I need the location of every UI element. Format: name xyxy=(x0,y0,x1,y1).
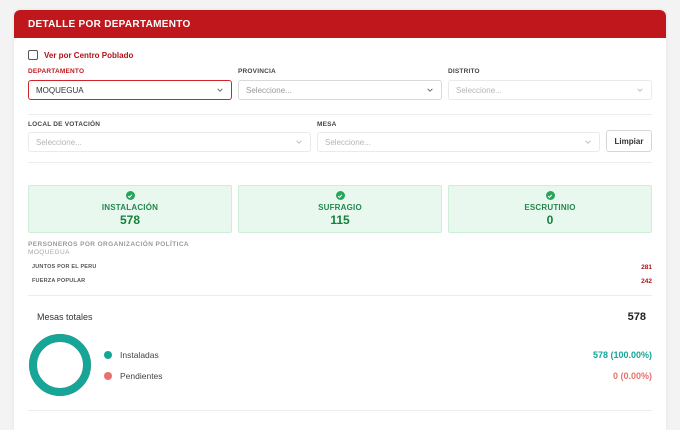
donut-segment-instaladas xyxy=(29,334,91,396)
card-sufragio: SUFRAGIO 115 xyxy=(238,185,442,233)
mesa-select[interactable]: Seleccione... xyxy=(317,132,600,152)
chevron-down-icon xyxy=(637,88,643,92)
check-icon xyxy=(125,191,135,200)
provincia-select[interactable]: Seleccione... xyxy=(238,80,442,100)
panel-header: DETALLE POR DEPARTAMENTO xyxy=(14,10,666,38)
chevron-down-icon xyxy=(585,140,591,144)
mesas-donut-chart xyxy=(29,334,91,396)
departamento-select[interactable]: MOQUEGUA xyxy=(28,80,232,100)
chevron-down-icon xyxy=(217,88,223,92)
mesa-placeholder: Seleccione... xyxy=(325,137,371,147)
divider xyxy=(28,410,652,411)
card-value: 578 xyxy=(119,213,141,227)
check-icon xyxy=(545,191,555,200)
local-label: LOCAL DE VOTACIÓN xyxy=(28,121,101,128)
divider xyxy=(28,162,652,163)
local-select[interactable]: Seleccione... xyxy=(28,132,311,152)
party-value: 281 xyxy=(641,264,652,271)
distrito-label: DISTRITO xyxy=(448,68,480,75)
provincia-placeholder: Seleccione... xyxy=(246,85,292,95)
departamento-value: MOQUEGUA xyxy=(36,85,84,95)
clear-button[interactable]: Limpiar xyxy=(606,130,652,152)
card-title: SUFRAGIO xyxy=(318,203,362,212)
legend-dot-instaladas xyxy=(104,351,112,359)
mesa-label: MESA xyxy=(317,121,337,128)
provincia-label: PROVINCIA xyxy=(238,68,276,75)
departamento-label: DEPARTAMENTO xyxy=(28,68,85,75)
centro-poblado-label: Ver por Centro Poblado xyxy=(44,50,134,60)
centro-poblado-toggle[interactable]: Ver por Centro Poblado xyxy=(28,50,133,60)
card-escrutinio: ESCRUTINIO 0 xyxy=(448,185,652,233)
local-placeholder: Seleccione... xyxy=(36,137,82,147)
legend-dot-pendientes xyxy=(104,372,112,380)
party-value: 242 xyxy=(641,278,652,285)
legend-label-pendientes: Pendientes xyxy=(120,371,163,381)
legend-value-pendientes: 0 (0.00%) xyxy=(612,371,652,381)
divider xyxy=(28,295,652,296)
mesas-label: Mesas totales xyxy=(37,312,93,322)
card-instalacion: INSTALACIÓN 578 xyxy=(28,185,232,233)
card-title: ESCRUTINIO xyxy=(524,203,576,212)
divider xyxy=(28,114,652,115)
chevron-down-icon xyxy=(427,88,433,92)
personeros-title: PERSONEROS POR ORGANIZACIÓN POLÍTICA xyxy=(28,241,190,248)
detail-panel: DETALLE POR DEPARTAMENTO Ver por Centro … xyxy=(14,10,666,430)
chevron-down-icon xyxy=(296,140,302,144)
party-name: FUERZA POPULAR xyxy=(32,278,86,284)
card-title: INSTALACIÓN xyxy=(101,203,159,212)
legend-label-instaladas: Instaladas xyxy=(120,350,159,360)
card-value: 0 xyxy=(546,213,554,227)
distrito-placeholder: Seleccione... xyxy=(456,85,502,95)
legend-value-instaladas: 578 (100.00%) xyxy=(592,350,652,360)
party-name: JUNTOS POR EL PERU xyxy=(32,264,97,270)
personeros-subtitle: MOQUEGUA xyxy=(28,249,70,256)
card-value: 115 xyxy=(330,213,350,227)
centro-poblado-checkbox[interactable] xyxy=(28,50,38,60)
check-icon xyxy=(335,191,345,200)
mesas-total: 578 xyxy=(627,311,646,323)
distrito-select[interactable]: Seleccione... xyxy=(448,80,652,100)
panel-title: DETALLE POR DEPARTAMENTO xyxy=(28,18,191,30)
